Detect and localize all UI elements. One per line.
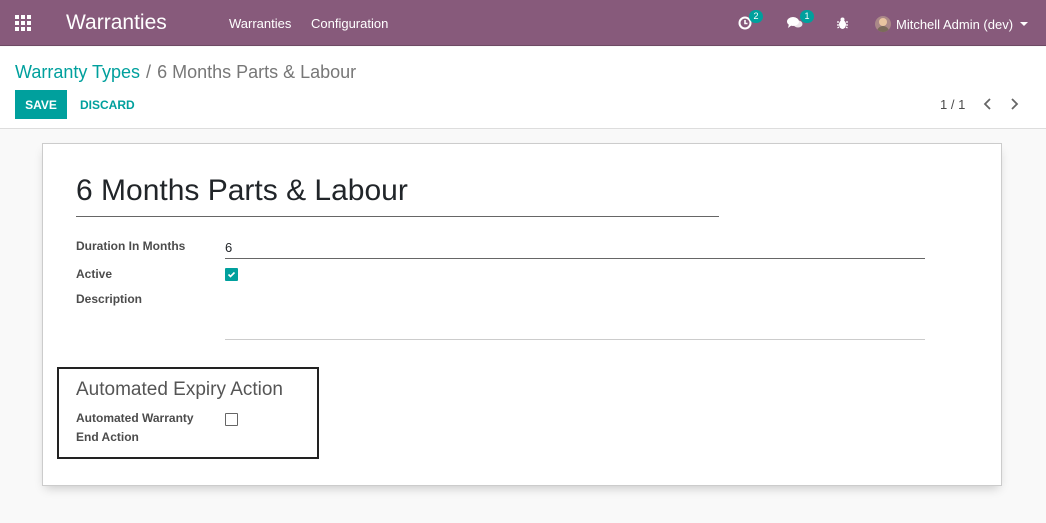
- automated-end-checkbox[interactable]: [225, 413, 238, 426]
- description-input[interactable]: [225, 294, 925, 340]
- active-label: Active: [76, 267, 113, 281]
- active-checkbox[interactable]: [225, 268, 238, 281]
- duration-label: Duration In Months: [76, 239, 186, 253]
- menu-warranties[interactable]: Warranties: [229, 16, 291, 31]
- control-panel: Warranty Types /6 Months Parts & Labour S…: [0, 47, 1046, 129]
- automated-end-label: Automated Warranty End Action: [76, 409, 194, 447]
- group-title: Automated Expiry Action: [76, 379, 283, 400]
- breadcrumb: Warranty Types /6 Months Parts & Labour: [15, 62, 356, 83]
- automated-expiry-group: Automated Expiry Action Automated Warran…: [57, 367, 319, 459]
- breadcrumb-current: 6 Months Parts & Labour: [157, 62, 357, 82]
- automated-end-label-line1: Automated Warranty: [76, 411, 194, 425]
- messages-menu[interactable]: 1: [787, 10, 815, 34]
- menu-configuration[interactable]: Configuration: [311, 16, 388, 31]
- app-title[interactable]: Warranties: [66, 11, 167, 35]
- breadcrumb-separator: /: [146, 62, 152, 82]
- description-label: Description: [76, 292, 143, 306]
- activity-menu[interactable]: 2: [738, 10, 764, 34]
- bug-icon: [837, 17, 848, 29]
- chevron-left-icon[interactable]: [980, 96, 996, 112]
- checkmark-icon: [227, 271, 236, 278]
- name-input[interactable]: 6 Months Parts & Labour: [76, 174, 719, 217]
- chevron-right-icon[interactable]: [1006, 96, 1022, 112]
- messages-count-badge: 1: [800, 10, 814, 23]
- pager-value[interactable]: 1 / 1: [940, 97, 965, 112]
- caret-down-icon: [1020, 22, 1029, 26]
- breadcrumb-parent[interactable]: Warranty Types: [15, 62, 140, 82]
- user-name: Mitchell Admin (dev): [896, 16, 1014, 32]
- discard-button[interactable]: DISCARD: [72, 90, 143, 119]
- duration-input[interactable]: 6: [225, 238, 925, 259]
- form-sheet: 6 Months Parts & Labour Duration In Mont…: [42, 143, 1002, 486]
- apps-grid-icon[interactable]: [15, 15, 32, 32]
- save-button[interactable]: SAVE: [15, 90, 67, 119]
- activity-count-badge: 2: [749, 10, 763, 23]
- debug-menu[interactable]: [836, 12, 850, 34]
- user-menu[interactable]: Mitchell Admin (dev): [875, 14, 1029, 34]
- avatar: [875, 16, 891, 32]
- top-navbar: Warranties Warranties Configuration 2 1 …: [0, 0, 1046, 46]
- automated-end-label-line2: End Action: [76, 430, 139, 444]
